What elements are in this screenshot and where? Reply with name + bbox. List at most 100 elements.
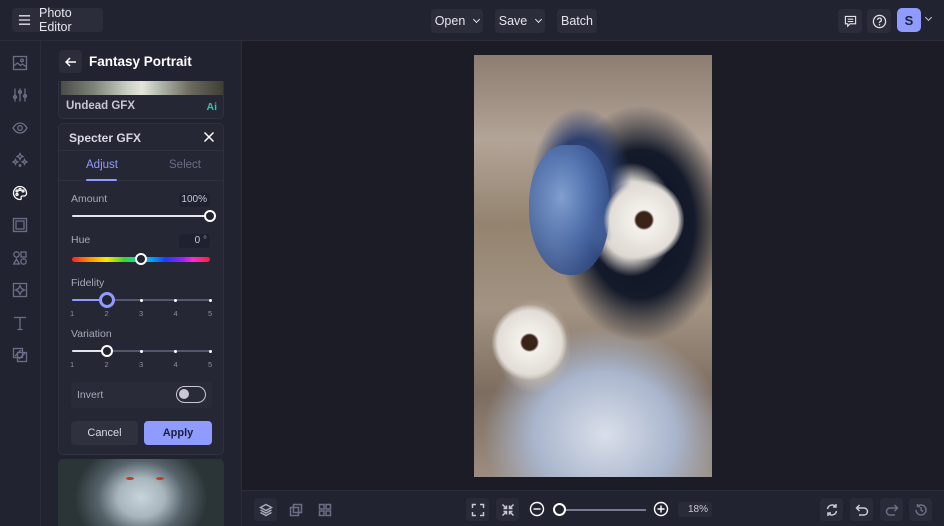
open-button[interactable]: Open [431,9,483,33]
cancel-button[interactable]: Cancel [71,421,138,445]
sidebar-item-adjustments[interactable] [11,86,29,104]
image-icon [12,55,28,71]
shapes-icon [12,251,27,265]
actual-size-button[interactable] [496,498,519,521]
history-button[interactable] [909,498,932,521]
zoom-value-input[interactable]: 18% [678,502,712,517]
effect-label: Undead GFX [66,100,136,112]
layers-button[interactable] [254,498,277,521]
history-icon [914,503,927,516]
shrink-icon [501,503,514,516]
thumbnail-eye [156,477,164,480]
hamburger-menu-icon [18,15,31,25]
sidebar-item-text[interactable] [11,314,29,332]
hue-slider-handle[interactable] [135,253,147,265]
slider-tick-label: 3 [139,309,144,318]
batch-button[interactable]: Batch [557,9,597,33]
slider-tick-label: 1 [70,309,75,318]
palette-icon [12,185,28,201]
texture-icon [12,282,28,298]
batch-label: Batch [561,14,593,28]
refresh-icon [826,503,837,516]
help-button[interactable] [867,9,891,33]
user-avatar[interactable]: S [897,8,921,32]
eye-icon [12,122,28,134]
degree-unit: ° [203,235,207,246]
back-button[interactable] [59,50,82,73]
text-icon [14,316,26,331]
sidebar-item-graphics[interactable] [11,249,29,267]
top-bar: Photo Editor Open Save Batch S [0,0,944,41]
zoom-out-icon[interactable] [529,501,545,517]
ai-badge: Ai [206,101,218,113]
invert-label: Invert [77,389,104,401]
close-icon[interactable] [202,130,216,144]
photo-flower [492,305,567,380]
save-button[interactable]: Save [495,9,545,33]
variation-label: Variation [71,328,112,340]
expand-icon [471,503,484,516]
amount-slider-handle[interactable] [204,210,216,222]
effect-card-thumbnail[interactable] [58,459,224,526]
slider-step-dot [174,298,177,302]
sidebar-item-frames[interactable] [11,216,29,234]
chevron-down-icon [473,15,481,24]
effect-card-undead-gfx[interactable]: Undead GFX Ai [58,81,224,119]
sidebar-item-overlays[interactable] [11,346,29,364]
account-chevron-down-icon[interactable] [924,13,933,22]
amount-slider-track[interactable] [72,215,210,217]
tab-adjust[interactable]: Adjust [86,159,118,171]
feedback-icon [844,15,856,27]
zoom-slider-track[interactable] [558,509,646,511]
amount-value-input[interactable]: 100% [179,193,210,207]
chevron-down-icon [535,15,543,24]
variation-slider-handle[interactable] [100,345,113,357]
apply-button[interactable]: Apply [144,421,212,445]
slider-tick-label: 5 [208,360,213,369]
compare-icon [289,503,302,516]
slider-step-dot [139,298,143,302]
hue-label: Hue [71,234,91,246]
fidelity-slider-handle[interactable] [98,292,115,308]
effect-thumbnail [61,81,223,95]
sidebar-item-image[interactable] [11,54,29,72]
undo-button[interactable] [850,498,873,521]
slider-tick-label: 2 [104,360,109,369]
sidebar-item-artsy[interactable] [11,184,29,202]
reset-button[interactable] [820,498,843,521]
effect-title: Specter GFX [69,131,142,145]
tab-select[interactable]: Select [169,159,201,171]
main-menu-button[interactable]: Photo Editor [12,6,103,34]
sidebar-item-effects[interactable] [11,151,29,169]
redo-button[interactable] [880,498,903,521]
slider-tick-label: 3 [139,360,144,369]
sparkles-icon [12,152,28,167]
app-title: Photo Editor [39,6,72,34]
slider-tick-label: 2 [104,309,109,318]
sidebar-item-textures[interactable] [11,281,29,299]
slider-tick-label: 1 [70,360,75,369]
effects-panel: Fantasy Portrait Undead GFX Ai Specter G… [41,41,242,526]
grid-button[interactable] [313,498,336,521]
edited-photo[interactable] [474,55,712,477]
hue-value-input[interactable]: 0 ° [179,234,210,248]
fit-to-screen-button[interactable] [466,498,489,521]
toggle-knob [179,389,189,399]
invert-toggle[interactable] [176,386,206,403]
photo-face-region [529,145,609,275]
undo-icon [854,503,868,516]
slider-step-dot [208,349,212,353]
slider-tick-label: 5 [208,309,213,318]
sidebar-item-view[interactable] [11,119,29,137]
feedback-button[interactable] [838,9,862,33]
zoom-slider-handle[interactable] [553,503,566,516]
effect-settings-card: Specter GFX Adjust Select Amount 100% Hu… [58,123,224,455]
active-tab-indicator [86,179,117,181]
panel-title: Fantasy Portrait [89,54,192,69]
hue-value: 0 [194,235,201,246]
slider-step-dot [139,349,143,353]
zoom-in-icon[interactable] [653,501,669,517]
compare-button[interactable] [284,498,307,521]
overlay-icon [12,347,28,363]
help-icon [872,14,886,28]
